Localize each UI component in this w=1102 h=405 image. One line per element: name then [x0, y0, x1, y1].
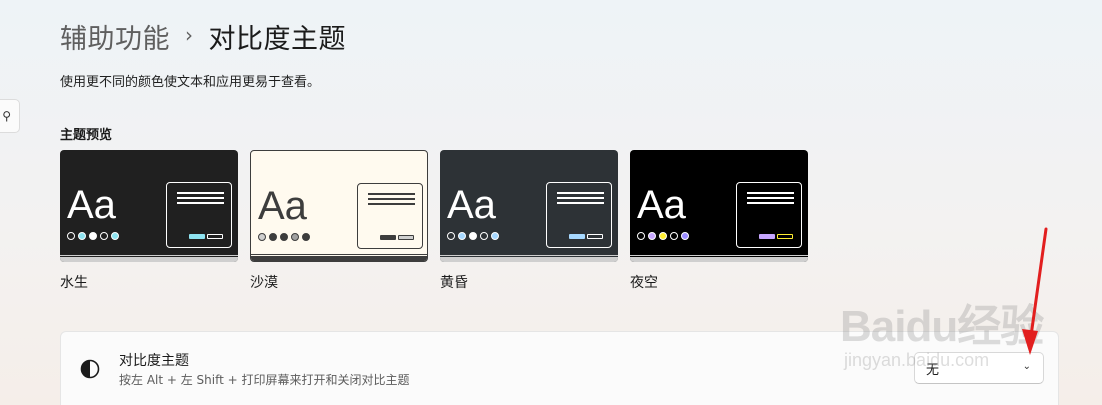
- preview-line: [557, 192, 604, 194]
- color-swatch: [480, 232, 488, 240]
- preview-secondary-button: [207, 234, 223, 239]
- preview-line: [368, 198, 415, 200]
- theme-name: 水生: [60, 275, 88, 291]
- theme-card[interactable]: Aa: [440, 150, 618, 262]
- color-swatch: [111, 232, 119, 240]
- color-swatch: [280, 233, 288, 241]
- contrast-icon: [80, 359, 100, 379]
- color-swatch: [100, 232, 108, 240]
- theme-sample-text: Aa: [258, 184, 307, 228]
- color-swatch: [302, 233, 310, 241]
- setting-title: 对比度主题: [119, 353, 189, 369]
- page-description: 使用更不同的颜色使文本和应用更易于查看。: [60, 75, 321, 90]
- theme-card[interactable]: Aa: [60, 150, 238, 262]
- breadcrumb-parent[interactable]: 辅助功能: [60, 17, 170, 56]
- color-swatch: [78, 232, 86, 240]
- theme-name: 黄昏: [440, 275, 468, 291]
- window-preview-icon: [736, 182, 802, 248]
- theme-sample-text: Aa: [67, 183, 116, 227]
- window-preview-icon: [546, 182, 612, 248]
- preview-secondary-button: [398, 235, 414, 240]
- theme-color-swatches: [447, 232, 499, 240]
- setting-subtitle: 按左 Alt + 左 Shift + 打印屏幕来打开和关闭对比主题: [119, 373, 410, 387]
- preview-primary-button: [380, 235, 396, 240]
- preview-line: [557, 202, 604, 204]
- color-swatch: [469, 232, 477, 240]
- page-title: 对比度主题: [208, 23, 346, 55]
- color-swatch: [637, 232, 645, 240]
- card-taskbar: [60, 257, 238, 262]
- color-swatch: [670, 232, 678, 240]
- window-preview-icon: [357, 183, 423, 249]
- window-preview-icon: [166, 182, 232, 248]
- preview-line: [177, 197, 224, 199]
- color-swatch: [491, 232, 499, 240]
- color-swatch: [89, 232, 97, 240]
- contrast-theme-setting: 对比度主题 按左 Alt + 左 Shift + 打印屏幕来打开和关闭对比主题 …: [60, 331, 1059, 405]
- card-divider: [440, 255, 618, 256]
- color-swatch: [648, 232, 656, 240]
- chevron-down-icon: ⌄: [1022, 361, 1031, 372]
- color-swatch: [681, 232, 689, 240]
- theme-color-swatches: [637, 232, 689, 240]
- preview-line: [747, 202, 794, 204]
- breadcrumb: 辅助功能 › 对比度主题: [60, 16, 346, 56]
- preview-line: [368, 193, 415, 195]
- preview-secondary-button: [777, 234, 793, 239]
- theme-card[interactable]: Aa: [630, 150, 808, 262]
- theme-name: 沙漠: [250, 275, 278, 291]
- chevron-right-icon: ›: [185, 23, 194, 47]
- card-divider: [251, 254, 427, 255]
- color-swatch: [269, 233, 277, 241]
- card-divider: [630, 255, 808, 256]
- preview-primary-button: [759, 234, 775, 239]
- color-swatch: [458, 232, 466, 240]
- sidebar-search-box[interactable]: ⚲: [0, 99, 20, 133]
- card-taskbar: [630, 257, 808, 262]
- dropdown-value: 无: [926, 362, 940, 378]
- preview-line: [177, 192, 224, 194]
- theme-color-swatches: [67, 232, 119, 240]
- theme-sample-text: Aa: [447, 183, 496, 227]
- color-swatch: [67, 232, 75, 240]
- card-divider: [60, 255, 238, 256]
- theme-name: 夜空: [630, 275, 658, 291]
- color-swatch: [447, 232, 455, 240]
- color-swatch: [258, 233, 266, 241]
- theme-preview-heading: 主题预览: [60, 128, 113, 143]
- preview-line: [368, 203, 415, 205]
- preview-line: [747, 192, 794, 194]
- color-swatch: [291, 233, 299, 241]
- card-taskbar: [251, 256, 427, 261]
- preview-line: [177, 202, 224, 204]
- theme-sample-text: Aa: [637, 183, 686, 227]
- preview-primary-button: [189, 234, 205, 239]
- preview-primary-button: [569, 234, 585, 239]
- card-taskbar: [440, 257, 618, 262]
- preview-line: [557, 197, 604, 199]
- preview-line: [747, 197, 794, 199]
- contrast-theme-dropdown[interactable]: 无 ⌄: [914, 352, 1044, 384]
- search-icon: ⚲: [2, 109, 11, 123]
- theme-color-swatches: [258, 233, 310, 241]
- theme-card[interactable]: Aa: [250, 150, 428, 262]
- color-swatch: [659, 232, 667, 240]
- preview-secondary-button: [587, 234, 603, 239]
